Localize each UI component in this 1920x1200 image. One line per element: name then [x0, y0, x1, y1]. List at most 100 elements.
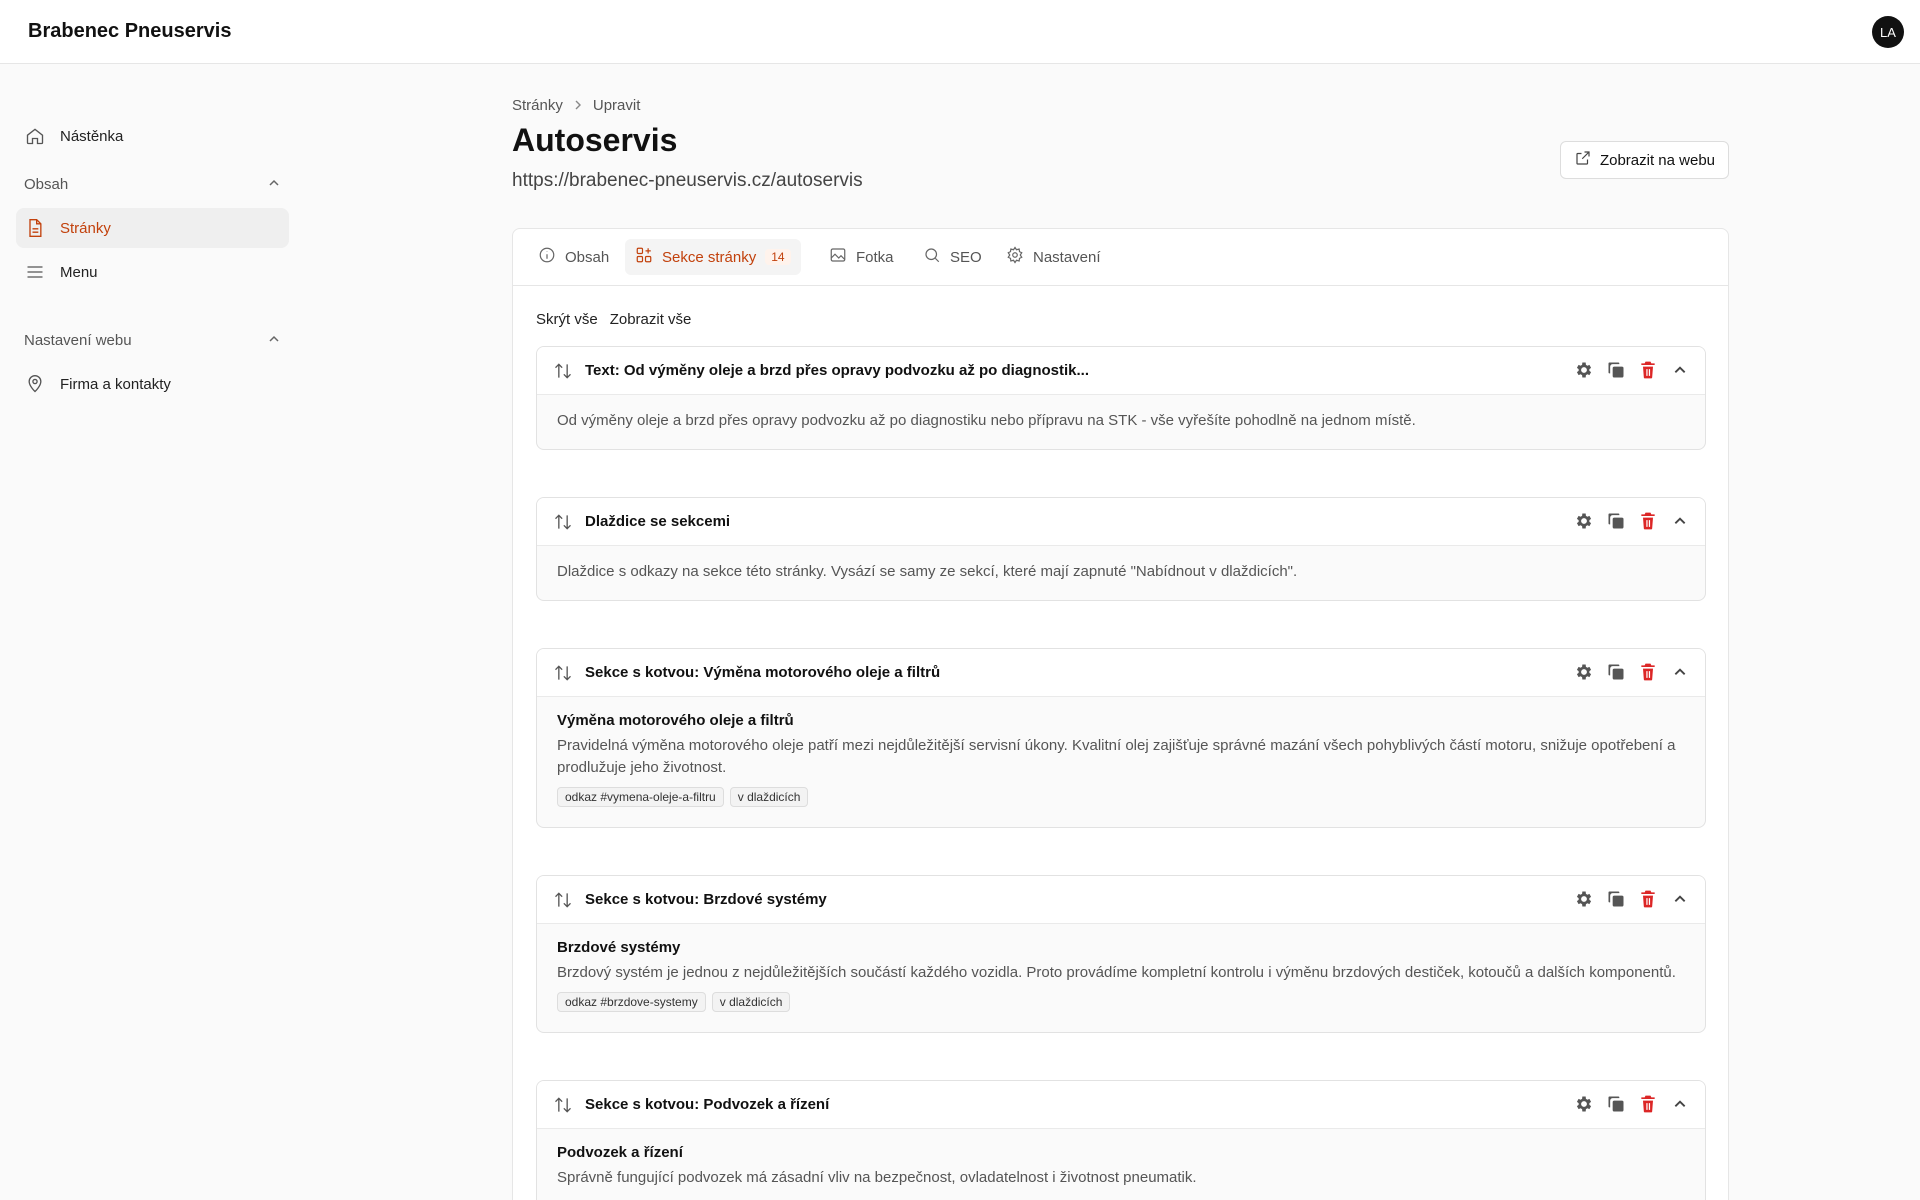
- section-body-text: Dlaždice s odkazy na sekce této stránky.…: [557, 563, 1298, 580]
- tab-bar: Obsah Sekce stránky 14 Fotka SEO Nastave…: [513, 229, 1728, 286]
- chevron-right-icon: [573, 97, 583, 114]
- section-body-text: Správně fungující podvozek má zásadní vl…: [557, 1169, 1197, 1186]
- duplicate-icon[interactable]: [1605, 359, 1627, 381]
- section-title: Dlaždice se sekcemi: [585, 513, 731, 530]
- page-section: Sekce s kotvou: Brzdové systémy Brzdové s…: [536, 875, 1706, 1033]
- sort-arrows-icon[interactable]: [553, 1095, 573, 1120]
- section-tags: odkaz #brzdove-systemy v dlaždicích: [557, 992, 1685, 1012]
- section-body: Brzdové systémy Brzdový systém je jednou …: [537, 924, 1705, 1027]
- sections-count-badge: 14: [765, 249, 791, 265]
- section-body-title: Brzdové systémy: [557, 939, 681, 956]
- section-body-text: Od výměny oleje a brzd přes opravy podvo…: [557, 412, 1416, 429]
- view-on-web-button[interactable]: Zobrazit na webu: [1560, 141, 1729, 179]
- tab-settings[interactable]: Nastavení: [996, 239, 1111, 275]
- chevron-up-icon[interactable]: [1669, 1093, 1691, 1115]
- sidebar-item-dashboard[interactable]: Nástěnka: [16, 116, 289, 156]
- chevron-up-icon[interactable]: [1669, 510, 1691, 532]
- chevron-up-icon[interactable]: [1669, 661, 1691, 683]
- duplicate-icon[interactable]: [1605, 1093, 1627, 1115]
- section-title: Sekce s kotvou: Brzdové systémy: [585, 891, 827, 908]
- section-header[interactable]: Sekce s kotvou: Výměna motorového oleje …: [537, 649, 1705, 697]
- section-header[interactable]: Text: Od výměny oleje a brzd přes opravy…: [537, 347, 1705, 395]
- section-body: Podvozek a řízení Správně fungující podvo…: [537, 1129, 1705, 1200]
- section-tag: v dlaždicích: [729, 787, 809, 807]
- breadcrumb: Stránky Upravit: [512, 97, 640, 114]
- section-visibility-toggles: Skrýt vše Zobrazit vše: [536, 311, 691, 328]
- editor-card: Obsah Sekce stránky 14 Fotka SEO Nastave…: [512, 228, 1729, 1200]
- sidebar-item-label: Menu: [60, 263, 98, 281]
- section-body: Výměna motorového oleje a filtrů Pravidel…: [537, 697, 1705, 822]
- gear-icon: [1006, 246, 1024, 268]
- section-actions: [1573, 661, 1691, 683]
- section-tag: odkaz #vymena-oleje-a-filtru: [557, 787, 724, 807]
- avatar[interactable]: LA: [1872, 16, 1904, 48]
- gear-icon[interactable]: [1573, 359, 1595, 381]
- tab-label: Sekce stránky: [662, 248, 757, 266]
- document-icon: [24, 217, 46, 239]
- duplicate-icon[interactable]: [1605, 661, 1627, 683]
- trash-icon[interactable]: [1637, 359, 1659, 381]
- section-actions: [1573, 888, 1691, 910]
- section-header[interactable]: Sekce s kotvou: Brzdové systémy: [537, 876, 1705, 924]
- sidebar-item-label: Stránky: [60, 219, 111, 237]
- top-bar: Brabenec Pneuservis LA: [0, 0, 1920, 64]
- trash-icon[interactable]: [1637, 888, 1659, 910]
- duplicate-icon[interactable]: [1605, 510, 1627, 532]
- chevron-up-icon: [268, 332, 280, 349]
- tab-label: Fotka: [856, 248, 894, 266]
- menu-icon: [24, 261, 46, 283]
- tab-photo[interactable]: Fotka: [819, 239, 904, 275]
- sidebar-group-web-settings[interactable]: Nastavení webu: [24, 328, 280, 352]
- location-pin-icon: [24, 373, 46, 395]
- trash-icon[interactable]: [1637, 1093, 1659, 1115]
- sidebar-group-label: Nastavení webu: [24, 331, 132, 349]
- sort-arrows-icon[interactable]: [553, 890, 573, 915]
- duplicate-icon[interactable]: [1605, 888, 1627, 910]
- sections-grid-icon: [635, 246, 653, 268]
- home-icon: [24, 125, 46, 147]
- tab-content[interactable]: Obsah: [528, 239, 619, 275]
- sidebar-group-content[interactable]: Obsah: [24, 172, 280, 196]
- chevron-up-icon[interactable]: [1669, 888, 1691, 910]
- sort-arrows-icon[interactable]: [553, 512, 573, 537]
- external-link-icon: [1574, 149, 1592, 171]
- section-body-title: Výměna motorového oleje a filtrů: [557, 712, 794, 729]
- sidebar-item-menu[interactable]: Menu: [16, 252, 289, 292]
- section-body-title: Podvozek a řízení: [557, 1144, 683, 1161]
- page-section: Sekce s kotvou: Podvozek a řízení Podvoze…: [536, 1080, 1706, 1200]
- sort-arrows-icon[interactable]: [553, 663, 573, 688]
- gear-icon[interactable]: [1573, 661, 1595, 683]
- section-actions: [1573, 1093, 1691, 1115]
- gear-icon[interactable]: [1573, 888, 1595, 910]
- section-tag: odkaz #brzdove-systemy: [557, 992, 706, 1012]
- section-title: Sekce s kotvou: Podvozek a řízení: [585, 1096, 830, 1113]
- sidebar-item-label: Nástěnka: [60, 127, 124, 145]
- page-section: Sekce s kotvou: Výměna motorového oleje …: [536, 648, 1706, 828]
- sidebar-item-label: Firma a kontakty: [60, 375, 171, 393]
- trash-icon[interactable]: [1637, 510, 1659, 532]
- sidebar: Nástěnka Obsah Stránky Menu Nastavení we…: [0, 64, 300, 1200]
- tab-page-sections[interactable]: Sekce stránky 14: [625, 239, 801, 275]
- show-all-button[interactable]: Zobrazit vše: [610, 311, 692, 328]
- sort-arrows-icon[interactable]: [553, 361, 573, 386]
- gear-icon[interactable]: [1573, 1093, 1595, 1115]
- chevron-up-icon[interactable]: [1669, 359, 1691, 381]
- view-on-web-label: Zobrazit na webu: [1599, 151, 1716, 169]
- section-tag: v dlaždicích: [711, 992, 791, 1012]
- sidebar-item-pages[interactable]: Stránky: [16, 208, 289, 248]
- section-actions: [1573, 510, 1691, 532]
- hide-all-button[interactable]: Skrýt vše: [536, 311, 598, 328]
- sidebar-item-company[interactable]: Firma a kontakty: [16, 364, 289, 404]
- page-section: Text: Od výměny oleje a brzd přes opravy…: [536, 346, 1706, 450]
- breadcrumb-item-pages[interactable]: Stránky: [512, 97, 563, 114]
- section-header[interactable]: Sekce s kotvou: Podvozek a řízení: [537, 1081, 1705, 1129]
- chevron-up-icon: [268, 176, 280, 193]
- tab-seo[interactable]: SEO: [913, 239, 992, 275]
- gear-icon[interactable]: [1573, 510, 1595, 532]
- section-header[interactable]: Dlaždice se sekcemi: [537, 498, 1705, 546]
- image-icon: [829, 246, 847, 268]
- brand-name[interactable]: Brabenec Pneuservis: [28, 20, 231, 43]
- trash-icon[interactable]: [1637, 661, 1659, 683]
- section-body-text: Pravidelná výměna motorového oleje patří…: [557, 737, 1676, 776]
- section-actions: [1573, 359, 1691, 381]
